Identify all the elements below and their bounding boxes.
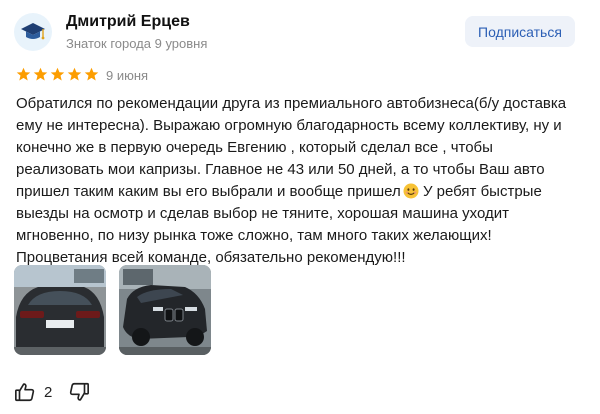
photo-car-rear[interactable] (14, 265, 106, 355)
star-icon (84, 67, 99, 81)
thumbs-down-icon (70, 382, 90, 401)
star-icon (16, 67, 31, 81)
dislike-button[interactable] (68, 381, 90, 403)
author-name[interactable]: Дмитрий Ерцев (66, 13, 190, 31)
rating-stars (16, 67, 99, 83)
review-date: 9 июня (106, 68, 149, 83)
star-icon (50, 67, 65, 81)
star-icon (33, 67, 48, 81)
like-count: 2 (44, 383, 53, 401)
smiling-face-emoji (403, 183, 419, 199)
star-icon (67, 67, 82, 81)
photo-car-front[interactable] (119, 265, 211, 355)
author-level: Знаток города 9 уровня (66, 36, 208, 51)
review-text: Обратился по рекомендации друга из преми… (16, 93, 576, 269)
thumbs-up-icon (15, 383, 35, 402)
review-reactions: 2 (14, 380, 90, 404)
like-button[interactable]: 2 (14, 381, 52, 403)
subscribe-button[interactable]: Подписаться (465, 16, 575, 47)
graduation-cap-icon (21, 23, 45, 40)
avatar[interactable] (14, 13, 52, 51)
